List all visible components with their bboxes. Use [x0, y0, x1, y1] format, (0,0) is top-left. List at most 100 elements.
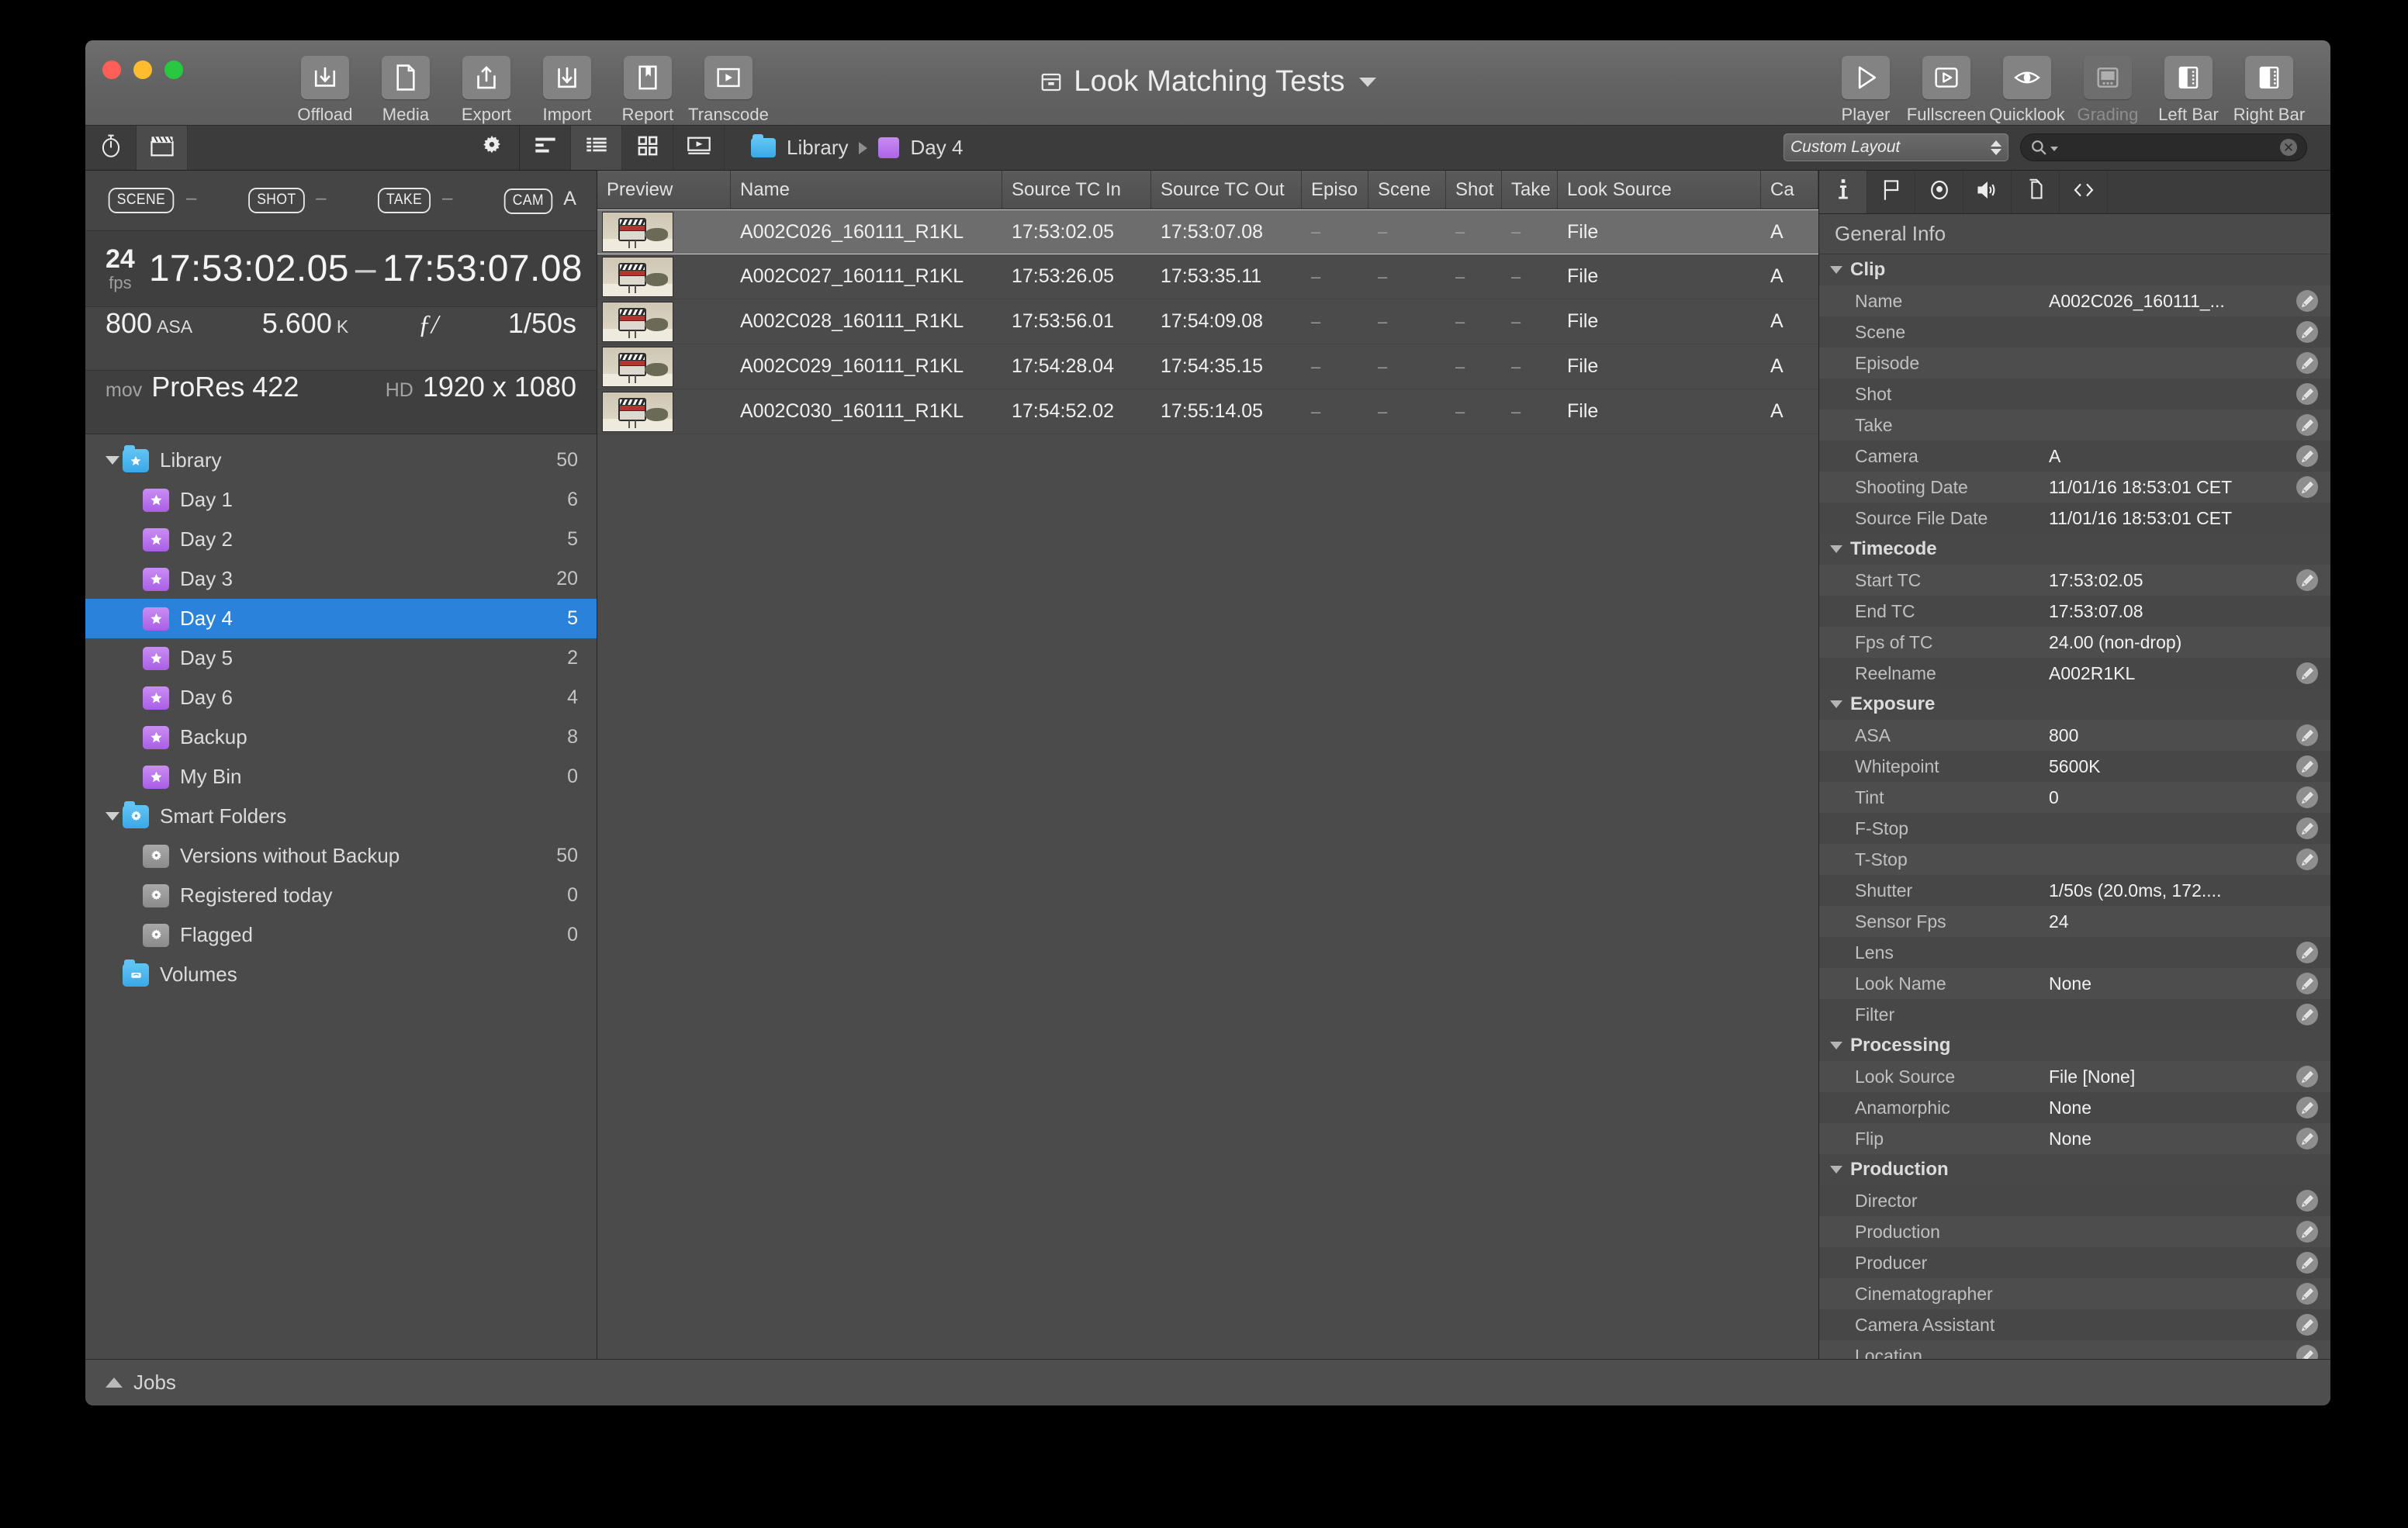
tree-item-my-bin[interactable]: My Bin 0 — [85, 757, 597, 797]
toolbar-button-fullscreen[interactable]: Fullscreen — [1907, 50, 1986, 125]
stopwatch-toggle[interactable] — [85, 126, 137, 170]
table-row[interactable]: A002C028_160111_R1KL 17:53:56.01 17:54:09.… — [597, 299, 1818, 344]
tree-item-volumes[interactable]: Volumes — [85, 955, 597, 994]
pencil-icon[interactable] — [2296, 1314, 2318, 1336]
tree-item-versions-without-backup[interactable]: Versions without Backup 50 — [85, 836, 597, 876]
tree-item-smart-folders[interactable]: Smart Folders — [85, 797, 597, 836]
pencil-icon[interactable] — [2296, 1190, 2318, 1212]
jobs-label[interactable]: Jobs — [133, 1371, 176, 1395]
toolbar-button-report[interactable]: Report — [610, 50, 686, 125]
search-field[interactable]: ✕ — [2020, 133, 2307, 161]
table-row[interactable]: A002C029_160111_R1KL 17:54:28.04 17:54:35.… — [597, 344, 1818, 389]
inspector-group-production[interactable]: Production — [1819, 1154, 2330, 1185]
tree-item-registered-today[interactable]: Registered today 0 — [85, 876, 597, 915]
toolbar-button-import[interactable]: Import — [529, 50, 605, 125]
column-header-source-tc-in[interactable]: Source TC In — [1002, 171, 1151, 209]
tab-code[interactable] — [2060, 171, 2108, 213]
view-list-button[interactable] — [520, 126, 571, 170]
inspector-group-processing[interactable]: Processing — [1819, 1030, 2330, 1061]
settings-button[interactable] — [465, 126, 519, 170]
pencil-icon[interactable] — [2296, 321, 2318, 343]
column-header-take[interactable]: Take — [1502, 171, 1558, 209]
view-film-button[interactable] — [673, 126, 725, 170]
toolbar-button-left-bar[interactable]: Left Bar — [2150, 50, 2226, 125]
tree-item-day-2[interactable]: Day 2 5 — [85, 520, 597, 559]
pencil-icon[interactable] — [2296, 1283, 2318, 1305]
inspector-group-timecode[interactable]: Timecode — [1819, 534, 2330, 565]
pencil-icon[interactable] — [2296, 786, 2318, 808]
disclosure-triangle-icon[interactable] — [102, 456, 123, 465]
jobs-expand-icon[interactable] — [106, 1378, 123, 1388]
table-row[interactable]: A002C030_160111_R1KL 17:54:52.02 17:55:14.… — [597, 389, 1818, 434]
breadcrumb-root[interactable]: Library — [787, 136, 848, 160]
column-header-name[interactable]: Name — [731, 171, 1002, 209]
search-scope-caret-icon[interactable] — [2050, 147, 2058, 151]
clear-search-icon[interactable]: ✕ — [2280, 139, 2297, 156]
pencil-icon[interactable] — [2296, 1221, 2318, 1243]
column-header-shot[interactable]: Shot — [1446, 171, 1502, 209]
tree-item-day-6[interactable]: Day 6 4 — [85, 678, 597, 717]
tree-item-backup[interactable]: Backup 8 — [85, 717, 597, 757]
view-detail-button[interactable] — [571, 126, 622, 170]
pencil-icon[interactable] — [2296, 1066, 2318, 1087]
inspector-group-clip[interactable]: Clip — [1819, 254, 2330, 285]
minimize-button[interactable] — [133, 60, 152, 79]
tab-look[interactable] — [1915, 171, 1963, 213]
pencil-icon[interactable] — [2296, 476, 2318, 498]
pencil-icon[interactable] — [2296, 662, 2318, 684]
pencil-icon[interactable] — [2296, 352, 2318, 374]
breadcrumb-current[interactable]: Day 4 — [910, 136, 963, 160]
toolbar-button-media[interactable]: Media — [368, 50, 444, 125]
pencil-icon[interactable] — [2296, 942, 2318, 963]
pencil-icon[interactable] — [2296, 1004, 2318, 1025]
tree-item-library[interactable]: Library 50 — [85, 441, 597, 480]
take-field[interactable]: TAKE – — [375, 188, 452, 213]
pencil-icon[interactable] — [2296, 1252, 2318, 1274]
close-button[interactable] — [102, 60, 121, 79]
column-header-look-source[interactable]: Look Source — [1558, 171, 1761, 209]
tab-info[interactable] — [1819, 171, 1867, 213]
pencil-icon[interactable] — [2296, 445, 2318, 467]
toolbar-button-export[interactable]: Export — [448, 50, 524, 125]
pencil-icon[interactable] — [2296, 290, 2318, 312]
toolbar-button-offload[interactable]: Offload — [287, 50, 363, 125]
pencil-icon[interactable] — [2296, 383, 2318, 405]
layout-select[interactable]: Custom Layout — [1784, 133, 2008, 161]
tab-flag[interactable] — [1867, 171, 1915, 213]
column-header-episo[interactable]: Episo — [1302, 171, 1368, 209]
tab-audio[interactable] — [1963, 171, 2012, 213]
title-dropdown-caret[interactable] — [1358, 77, 1376, 87]
column-header-scene[interactable]: Scene — [1368, 171, 1446, 209]
disclosure-triangle-icon[interactable] — [102, 812, 123, 821]
tree-item-day-3[interactable]: Day 3 20 — [85, 559, 597, 599]
zoom-button[interactable] — [164, 60, 183, 79]
pencil-icon[interactable] — [2296, 973, 2318, 994]
pencil-icon[interactable] — [2296, 1097, 2318, 1118]
column-header-source-tc-out[interactable]: Source TC Out — [1151, 171, 1302, 209]
pencil-icon[interactable] — [2296, 724, 2318, 746]
toolbar-button-transcode[interactable]: Transcode — [688, 50, 769, 125]
toolbar-button-right-bar[interactable]: Right Bar — [2231, 50, 2307, 125]
tree-item-day-4[interactable]: Day 4 5 — [85, 599, 597, 638]
pencil-icon[interactable] — [2296, 818, 2318, 839]
toolbar-button-player[interactable]: Player — [1828, 50, 1904, 125]
view-grid-button[interactable] — [622, 126, 673, 170]
toolbar-button-quicklook[interactable]: Quicklook — [1989, 50, 2065, 125]
pencil-icon[interactable] — [2296, 755, 2318, 777]
inspector-group-exposure[interactable]: Exposure — [1819, 689, 2330, 720]
camera-field[interactable]: CAM A — [502, 188, 576, 214]
pencil-icon[interactable] — [2296, 1345, 2318, 1359]
table-row[interactable]: A002C026_160111_R1KL 17:53:02.05 17:53:07.… — [597, 209, 1818, 254]
clapperboard-toggle[interactable] — [137, 126, 188, 170]
tree-item-day-1[interactable]: Day 1 6 — [85, 480, 597, 520]
tree-item-flagged[interactable]: Flagged 0 — [85, 915, 597, 955]
table-row[interactable]: A002C027_160111_R1KL 17:53:26.05 17:53:35.… — [597, 254, 1818, 299]
shot-field[interactable]: SHOT – — [246, 188, 327, 213]
scene-field[interactable]: SCENE – — [106, 188, 196, 213]
column-header-ca[interactable]: Ca — [1761, 171, 1818, 209]
column-header-preview[interactable]: Preview — [597, 171, 731, 209]
pencil-icon[interactable] — [2296, 569, 2318, 591]
pencil-icon[interactable] — [2296, 1128, 2318, 1149]
tab-documents[interactable] — [2012, 171, 2060, 213]
pencil-icon[interactable] — [2296, 414, 2318, 436]
